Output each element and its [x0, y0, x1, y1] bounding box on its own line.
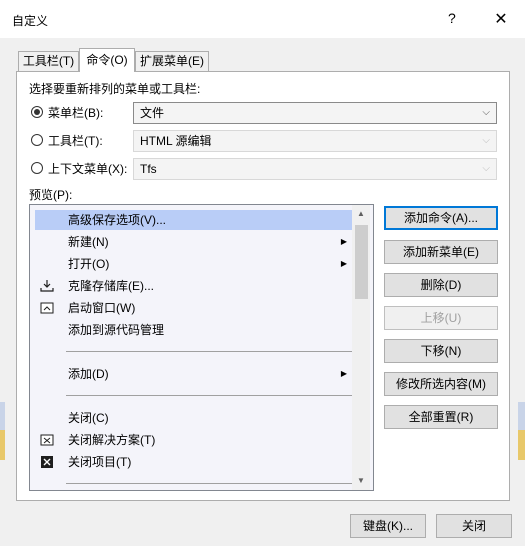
radio-menubar-label: 菜单栏(B):	[48, 106, 104, 120]
context-menu-combo-value: Tfs	[140, 162, 157, 176]
move-up-button[interactable]: 上移(U)	[384, 306, 498, 330]
help-button[interactable]: ?	[448, 10, 456, 26]
keyboard-button[interactable]: 键盘(K)...	[350, 514, 426, 538]
tab-commands[interactable]: 命令(O)	[79, 48, 135, 72]
close-solution-icon	[40, 433, 54, 447]
list-item[interactable]: 打开(O) ▶	[35, 254, 353, 274]
move-down-button[interactable]: 下移(N)	[384, 339, 498, 363]
context-menu-combo[interactable]: Tfs ⌵	[133, 158, 497, 180]
scroll-up-icon[interactable]: ▲	[352, 205, 370, 223]
tab-commands-label: 命令(O)	[86, 53, 128, 67]
list-item[interactable]: 关闭项目(T)	[35, 452, 353, 472]
background-window-accent-left	[0, 430, 5, 460]
radio-toolbar-label: 工具栏(T):	[48, 134, 103, 148]
toolbar-combo[interactable]: HTML 源编辑 ⌵	[133, 130, 497, 152]
radio-toolbar[interactable]	[31, 134, 43, 146]
start-window-icon	[40, 301, 54, 315]
close-project-icon	[40, 455, 54, 469]
radio-menubar[interactable]	[31, 106, 43, 118]
list-item-label: 添加(D)	[68, 367, 109, 381]
list-item-label: 新建(N)	[68, 235, 109, 249]
tab-toolbars-label: 工具栏(T)	[22, 54, 75, 68]
list-item-label: 启动窗口(W)	[68, 301, 136, 315]
close-button[interactable]: 关闭	[436, 514, 512, 538]
preview-list[interactable]: 高级保存选项(V)... 新建(N) ▶ 打开(O) ▶ 克隆存储库(E)...…	[29, 204, 374, 491]
add-command-button[interactable]: 添加命令(A)...	[384, 206, 498, 230]
tab-toolbars[interactable]: 工具栏(T)	[18, 51, 79, 71]
menubar-combo-value: 文件	[140, 106, 165, 120]
list-item-label: 关闭项目(T)	[68, 455, 132, 469]
add-new-menu-button[interactable]: 添加新菜单(E)	[384, 240, 498, 264]
close-icon[interactable]: ✕	[491, 9, 511, 29]
preview-label: 预览(P):	[29, 188, 73, 202]
separator	[66, 483, 352, 484]
tab-extension-menus[interactable]: 扩展菜单(E)	[135, 51, 209, 71]
preview-scrollbar[interactable]: ▲ ▼	[352, 205, 370, 490]
delete-button[interactable]: 删除(D)	[384, 273, 498, 297]
scroll-down-icon[interactable]: ▼	[352, 472, 370, 490]
chevron-down-icon: ⌵	[482, 163, 490, 174]
menubar-combo[interactable]: 文件 ⌵	[133, 102, 497, 124]
background-window-accent-right	[518, 430, 525, 460]
list-item-label: 打开(O)	[68, 257, 110, 271]
list-item[interactable]: 新建(N) ▶	[35, 232, 353, 252]
list-item-label: 关闭(C)	[68, 411, 109, 425]
scrollbar-thumb[interactable]	[355, 225, 368, 299]
tab-extension-menus-label: 扩展菜单(E)	[140, 54, 204, 68]
list-item[interactable]: 克隆存储库(E)...	[35, 276, 353, 296]
separator	[66, 395, 352, 396]
list-item-label: 关闭解决方案(T)	[68, 433, 156, 447]
clone-icon	[40, 279, 54, 293]
list-item[interactable]: 启动窗口(W)	[35, 298, 353, 318]
submenu-arrow-icon: ▶	[340, 237, 347, 246]
choose-menu-label: 选择要重新排列的菜单或工具栏:	[29, 82, 201, 96]
list-item[interactable]: 高级保存选项(V)...	[35, 210, 353, 230]
radio-context-menu[interactable]	[31, 162, 43, 174]
radio-context-menu-label: 上下文菜单(X):	[48, 162, 128, 176]
chevron-down-icon: ⌵	[482, 107, 490, 118]
list-item-label: 高级保存选项(V)...	[68, 213, 166, 227]
list-item[interactable]: 关闭解决方案(T)	[35, 430, 353, 450]
title-bar	[0, 0, 525, 38]
chevron-down-icon: ⌵	[482, 135, 490, 146]
separator	[66, 351, 352, 352]
list-item-label: 克隆存储库(E)...	[68, 279, 154, 293]
dialog-title: 自定义	[12, 14, 49, 28]
modify-selection-button[interactable]: 修改所选内容(M)	[384, 372, 498, 396]
list-item[interactable]: 关闭(C)	[35, 408, 353, 428]
toolbar-combo-value: HTML 源编辑	[140, 134, 212, 148]
list-item-label: 添加到源代码管理	[68, 323, 165, 337]
submenu-arrow-icon: ▶	[340, 369, 347, 378]
list-item[interactable]: 添加(D) ▶	[35, 364, 353, 384]
submenu-arrow-icon: ▶	[340, 259, 347, 268]
list-item[interactable]: 添加到源代码管理	[35, 320, 353, 340]
reset-all-button[interactable]: 全部重置(R)	[384, 405, 498, 429]
